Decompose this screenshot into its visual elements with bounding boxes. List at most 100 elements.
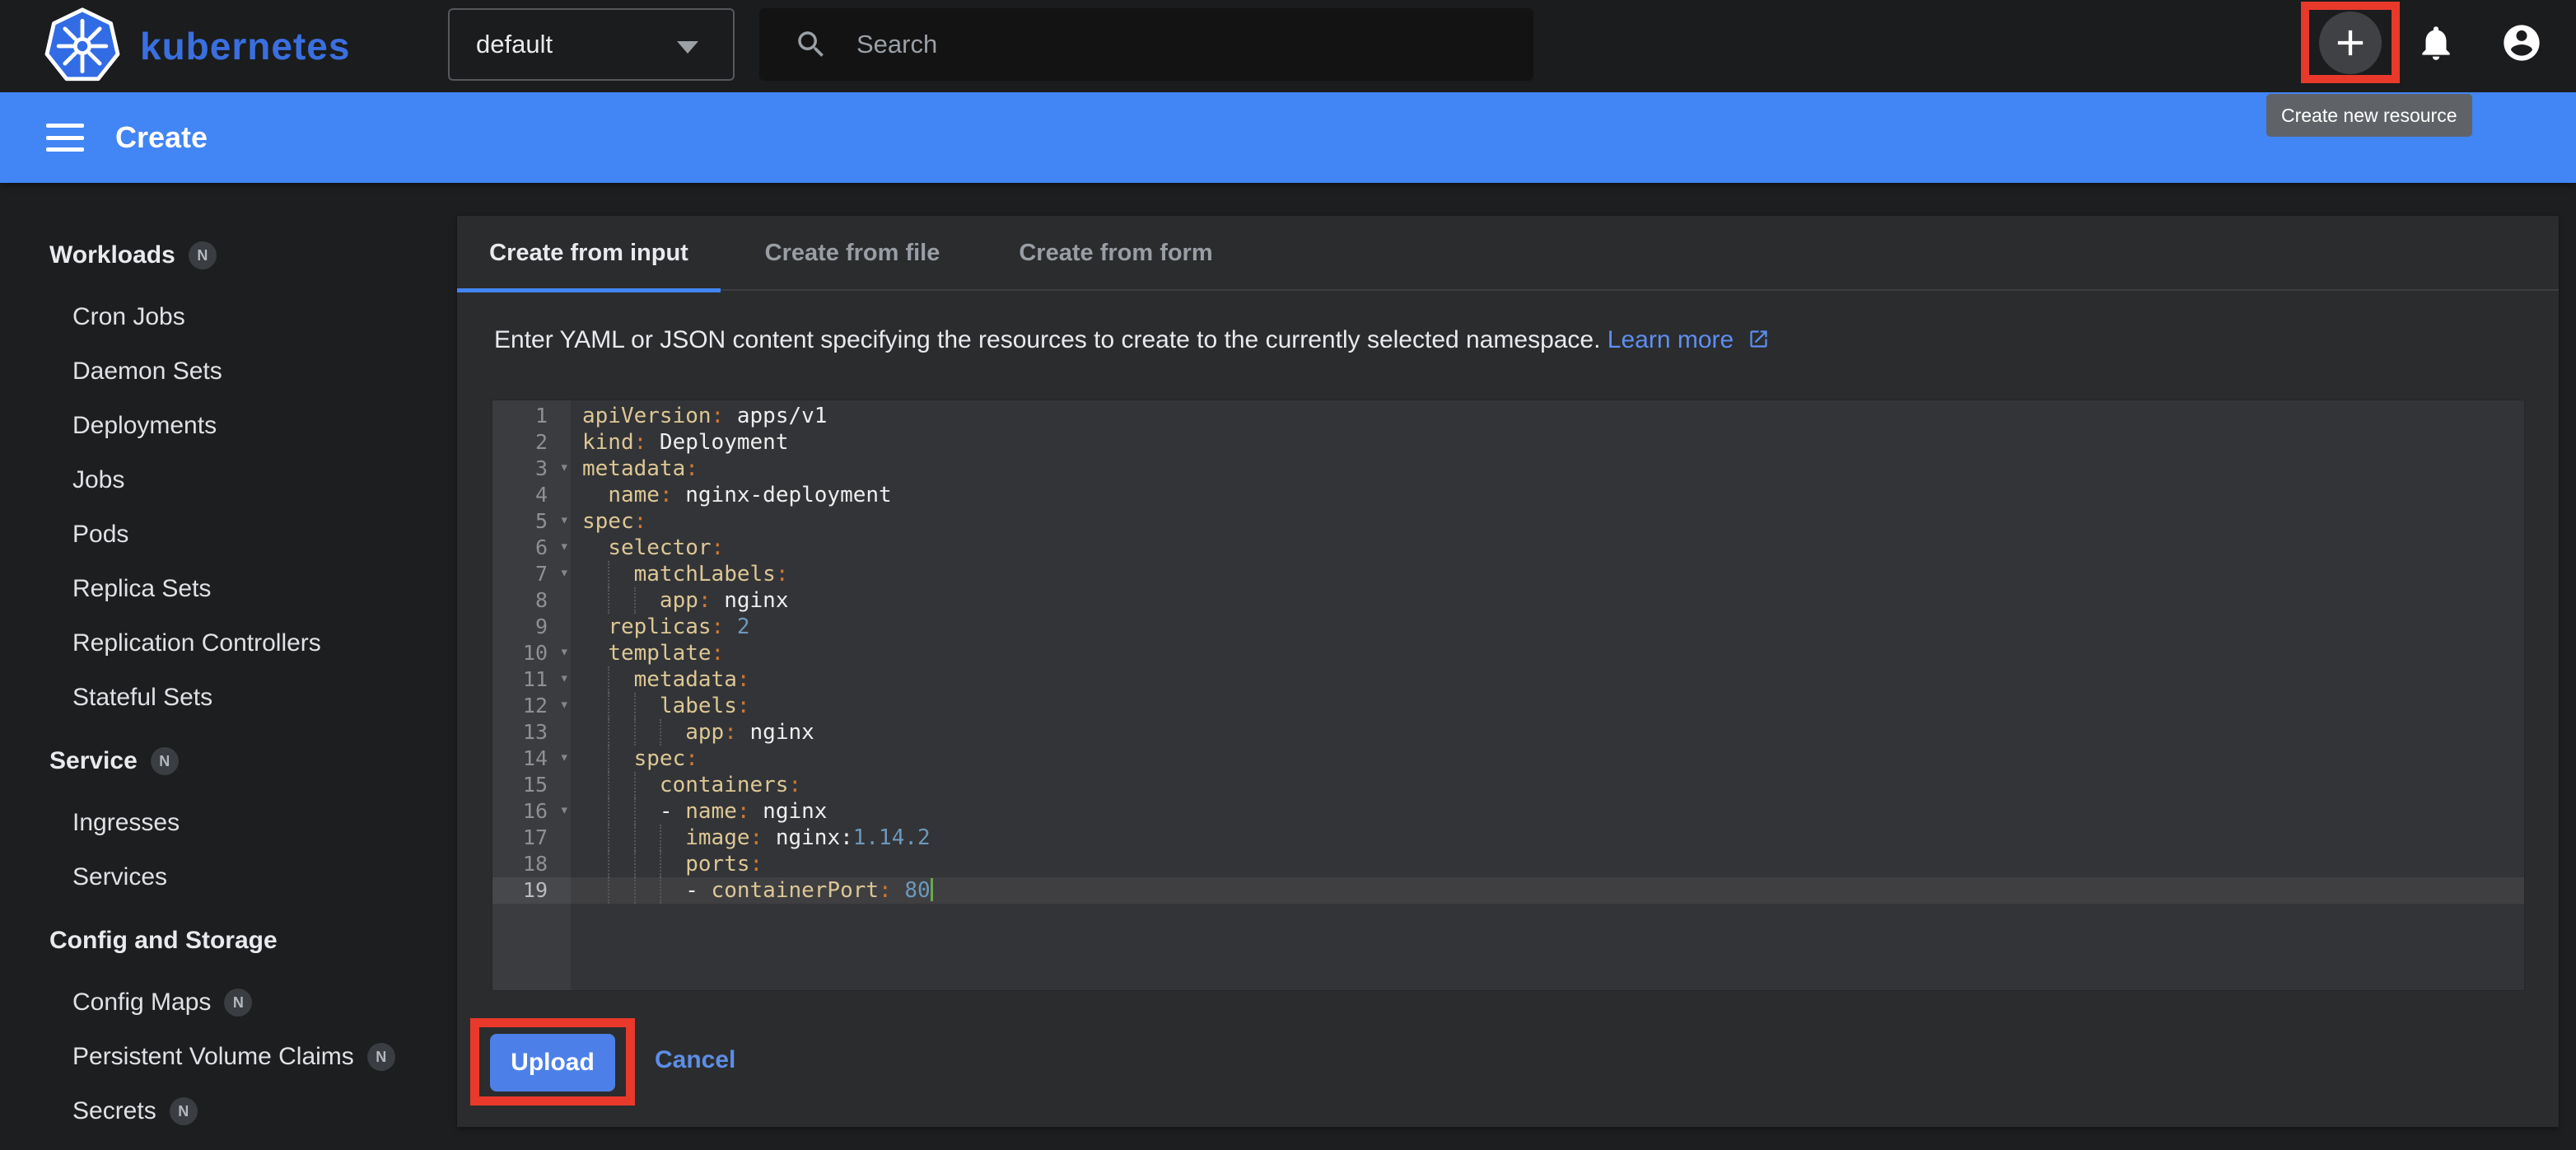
fold-arrow-icon[interactable]: ▾ xyxy=(560,507,569,533)
namespace-select[interactable]: default xyxy=(448,8,735,81)
code-text: spec: xyxy=(571,746,2524,772)
sidebar-item-pods[interactable]: Pods xyxy=(0,507,457,562)
menu-icon[interactable] xyxy=(46,124,84,152)
sidebar-item-cron-jobs[interactable]: Cron Jobs xyxy=(0,290,457,344)
editor-line-4: 4 name: nginx-deployment xyxy=(492,482,2524,508)
create-card: Create from inputCreate from fileCreate … xyxy=(457,216,2559,1127)
sidebar-item-label: Replica Sets xyxy=(72,575,211,603)
line-number: 1 xyxy=(492,403,571,429)
fold-arrow-icon[interactable]: ▾ xyxy=(560,454,569,480)
fold-arrow-icon[interactable]: ▾ xyxy=(560,665,569,691)
fold-arrow-icon[interactable]: ▾ xyxy=(560,797,569,823)
code-text: labels: xyxy=(571,693,2524,719)
bell-icon xyxy=(2415,22,2457,63)
sidebar-item-label: Replication Controllers xyxy=(72,629,321,657)
sidebar-item-label: Stateful Sets xyxy=(72,684,212,712)
yaml-code-editor[interactable]: 1apiVersion: apps/v12kind: Deployment3▾m… xyxy=(492,400,2525,991)
editor-line-18: 18 ports: xyxy=(492,851,2524,877)
tab-bar: Create from inputCreate from fileCreate … xyxy=(457,216,2559,291)
sidebar-item-label: Deployments xyxy=(72,412,217,440)
editor-line-6: 6▾ selector: xyxy=(492,535,2524,561)
cancel-link[interactable]: Cancel xyxy=(655,1046,735,1074)
sidebar-item-label: Pods xyxy=(72,521,128,549)
editor-line-9: 9 replicas: 2 xyxy=(492,614,2524,640)
fold-arrow-icon[interactable]: ▾ xyxy=(560,533,569,559)
sidebar-section-workloads[interactable]: WorkloadsN xyxy=(0,229,457,282)
sidebar-section-label: Workloads xyxy=(49,241,175,269)
editor-line-10: 10▾ template: xyxy=(492,640,2524,666)
editor-line-12: 12▾ labels: xyxy=(492,693,2524,719)
line-number: 14▾ xyxy=(492,746,571,772)
code-text: kind: Deployment xyxy=(571,429,2524,456)
fold-arrow-icon[interactable]: ▾ xyxy=(560,559,569,586)
editor-line-16: 16▾ - name: nginx xyxy=(492,798,2524,825)
instruction-text: Enter YAML or JSON content specifying th… xyxy=(494,326,1770,354)
search-icon xyxy=(794,27,828,62)
editor-line-3: 3▾metadata: xyxy=(492,456,2524,482)
sidebar-item-label: Persistent Volume Claims xyxy=(72,1043,354,1071)
fold-arrow-icon[interactable]: ▾ xyxy=(560,744,569,770)
learn-more-link[interactable]: Learn more xyxy=(1608,326,1734,353)
sidebar-item-label: Jobs xyxy=(72,466,124,494)
create-tooltip: Create new resource xyxy=(2266,94,2472,137)
kubernetes-logo[interactable]: kubernetes xyxy=(43,7,350,86)
code-text: metadata: xyxy=(571,666,2524,693)
account-button[interactable] xyxy=(2490,12,2553,74)
editor-line-5: 5▾spec: xyxy=(492,508,2524,535)
sidebar-item-daemon-sets[interactable]: Daemon Sets xyxy=(0,344,457,399)
notifications-button[interactable] xyxy=(2405,12,2467,74)
sidebar-item-jobs[interactable]: Jobs xyxy=(0,453,457,507)
code-text: selector: xyxy=(571,535,2524,561)
top-header: kubernetes default xyxy=(0,0,2576,92)
kubernetes-dashboard: kubernetes default xyxy=(0,0,2576,1150)
editor-line-11: 11▾ metadata: xyxy=(492,666,2524,693)
tab-create-from-file[interactable]: Create from file xyxy=(721,216,984,291)
sidebar-item-ingresses[interactable]: Ingresses xyxy=(0,796,457,850)
text-cursor xyxy=(931,878,933,901)
chevron-down-icon xyxy=(677,41,698,54)
sidebar-item-services[interactable]: Services xyxy=(0,850,457,905)
editor-line-19: 19 - containerPort: 80 xyxy=(492,877,2524,904)
page-title: Create xyxy=(115,120,208,155)
sidebar-section-service[interactable]: ServiceN xyxy=(0,735,457,788)
sidebar-item-config-maps[interactable]: Config Maps N xyxy=(0,975,457,1030)
sidebar-item-replica-sets[interactable]: Replica Sets xyxy=(0,562,457,616)
sidebar-item-stateful-sets[interactable]: Stateful Sets xyxy=(0,671,457,725)
line-number: 10▾ xyxy=(492,640,571,666)
search-bar[interactable] xyxy=(759,8,1533,81)
editor-line-2: 2kind: Deployment xyxy=(492,429,2524,456)
editor-line-7: 7▾ matchLabels: xyxy=(492,561,2524,587)
tab-create-from-form[interactable]: Create from form xyxy=(984,216,1248,291)
sidebar-item-secrets[interactable]: SecretsN xyxy=(0,1084,457,1138)
annotation-box-create-button xyxy=(2301,2,2400,83)
sidebar-item-label: Config Maps xyxy=(72,989,211,1017)
fold-arrow-icon[interactable]: ▾ xyxy=(560,638,569,665)
sidebar-section-label: Service xyxy=(49,747,138,775)
line-number: 18 xyxy=(492,851,571,877)
sidebar-item-label: Ingresses xyxy=(72,809,180,837)
namespace-value: default xyxy=(476,30,553,59)
sidebar-item-deployments[interactable]: Deployments xyxy=(0,399,457,453)
line-number: 5▾ xyxy=(492,508,571,535)
tab-create-from-input[interactable]: Create from input xyxy=(457,216,721,291)
line-number: 2 xyxy=(492,429,571,456)
account-circle-icon xyxy=(2500,21,2543,64)
line-number: 7▾ xyxy=(492,561,571,587)
line-number: 16▾ xyxy=(492,798,571,825)
sidebar-section-config-and-storage[interactable]: Config and Storage xyxy=(0,914,457,967)
namespaced-badge: N xyxy=(224,989,252,1017)
code-text: replicas: 2 xyxy=(571,614,2524,640)
sidebar-item-persistent-volume-claims[interactable]: Persistent Volume ClaimsN xyxy=(0,1030,457,1084)
editor-line-17: 17 image: nginx:1.14.2 xyxy=(492,825,2524,851)
search-input[interactable] xyxy=(855,29,1481,60)
line-number: 19 xyxy=(492,877,571,904)
namespaced-badge: N xyxy=(170,1097,198,1125)
line-number: 15 xyxy=(492,772,571,798)
code-text: apiVersion: apps/v1 xyxy=(571,403,2524,429)
line-number: 8 xyxy=(492,587,571,614)
line-number: 11▾ xyxy=(492,666,571,693)
fold-arrow-icon[interactable]: ▾ xyxy=(560,691,569,718)
sidebar-item-replication-controllers[interactable]: Replication Controllers xyxy=(0,616,457,671)
code-text: app: nginx xyxy=(571,719,2524,746)
external-link-icon xyxy=(1748,328,1770,350)
